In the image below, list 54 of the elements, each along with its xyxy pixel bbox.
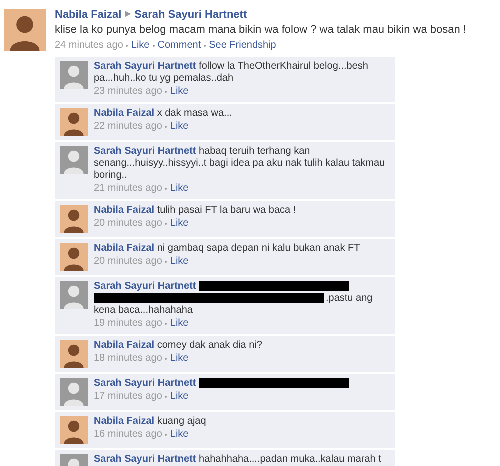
commenter-link[interactable]: Sarah Sayuri Hartnett <box>94 378 196 389</box>
like-link[interactable]: Like <box>170 353 189 365</box>
commenter-link[interactable]: Sarah Sayuri Hartnett <box>94 281 196 292</box>
commenter-link[interactable]: Nabila Faizal <box>94 243 155 254</box>
comment-text: Sarah Sayuri Hartnett habaq teruih terhang kan senang...huisyy..hissyyi..t bagi idea pa aku nak tulih kalau takmau boring.. <box>94 146 386 182</box>
like-link[interactable]: Like <box>170 86 189 98</box>
avatar[interactable] <box>60 243 88 271</box>
timestamp: 19 minutes ago <box>94 318 162 330</box>
comment-text: Nabila Faizal comey dak anak dia ni? <box>94 340 264 352</box>
timestamp: 22 minutes ago <box>94 121 162 133</box>
timestamp: 24 minutes ago <box>55 40 124 52</box>
timestamp: 18 minutes ago <box>94 353 162 365</box>
timestamp: 17 minutes ago <box>94 391 162 403</box>
like-link[interactable]: Like <box>170 218 189 230</box>
commenter-link[interactable]: Nabila Faizal <box>94 416 155 427</box>
action-link[interactable]: Like <box>131 40 150 52</box>
commenter-link[interactable]: Sarah Sayuri Hartnett <box>94 61 196 72</box>
comment-text: Nabila Faizal tulih pasai FT la baru wa baca ! <box>94 205 298 217</box>
avatar[interactable] <box>4 9 46 51</box>
commenter-link[interactable]: Nabila Faizal <box>94 340 155 351</box>
comment-text: Sarah Sayuri Hartnett follow la TheOtherKhairul belog...besh pa...huh..ko tu yg pemalas..dah <box>94 61 370 85</box>
commenter-link[interactable]: Nabila Faizal <box>94 108 155 119</box>
commenter-link[interactable]: Sarah Sayuri Hartnett <box>94 146 196 157</box>
comment-text: Nabila Faizal ni gambaq sapa depan ni kalu bukan anak FT <box>94 243 362 255</box>
avatar[interactable] <box>60 340 88 368</box>
avatar[interactable] <box>60 416 88 444</box>
like-link[interactable]: Like <box>170 121 189 133</box>
comment-text: Nabila Faizal x dak masa wa... <box>94 108 234 120</box>
avatar[interactable] <box>60 378 88 406</box>
commenter-link[interactable]: Sarah Sayuri Hartnett <box>94 454 196 465</box>
commenter-link[interactable]: Nabila Faizal <box>94 205 155 216</box>
author-link[interactable]: Nabila Faizal <box>55 9 122 21</box>
recipient-link[interactable]: Sarah Sayuri Hartnett <box>134 9 248 21</box>
like-link[interactable]: Like <box>170 391 189 403</box>
comment-text: Sarah Sayuri Hartnett hahahhaha....padan muka..kalau marah t <box>94 454 382 466</box>
avatar[interactable] <box>60 61 88 89</box>
comment-text: Nabila Faizal kuang ajaq <box>94 416 208 428</box>
like-link[interactable]: Like <box>170 318 189 330</box>
timestamp: 23 minutes ago <box>94 86 162 98</box>
avatar[interactable] <box>60 281 88 309</box>
action-link[interactable]: See Friendship <box>209 40 276 52</box>
avatar[interactable] <box>60 108 88 136</box>
avatar[interactable] <box>60 205 88 233</box>
timestamp: 21 minutes ago <box>94 183 162 195</box>
like-link[interactable]: Like <box>170 183 189 195</box>
comment-text: Sarah Sayuri Hartnett .pastu ang kena baca...hahahaha <box>94 281 374 317</box>
like-link[interactable]: Like <box>170 256 189 268</box>
post-text: klise la ko punya belog macam mana bikin wa folow ? wa talak mau bikin wa bosan ! <box>55 23 468 38</box>
timestamp: 20 minutes ago <box>94 218 162 230</box>
timestamp: 20 minutes ago <box>94 256 162 268</box>
avatar[interactable] <box>60 146 88 174</box>
like-link[interactable]: Like <box>170 429 189 441</box>
timestamp: 16 minutes ago <box>94 429 162 441</box>
action-link[interactable]: Comment <box>158 40 202 52</box>
